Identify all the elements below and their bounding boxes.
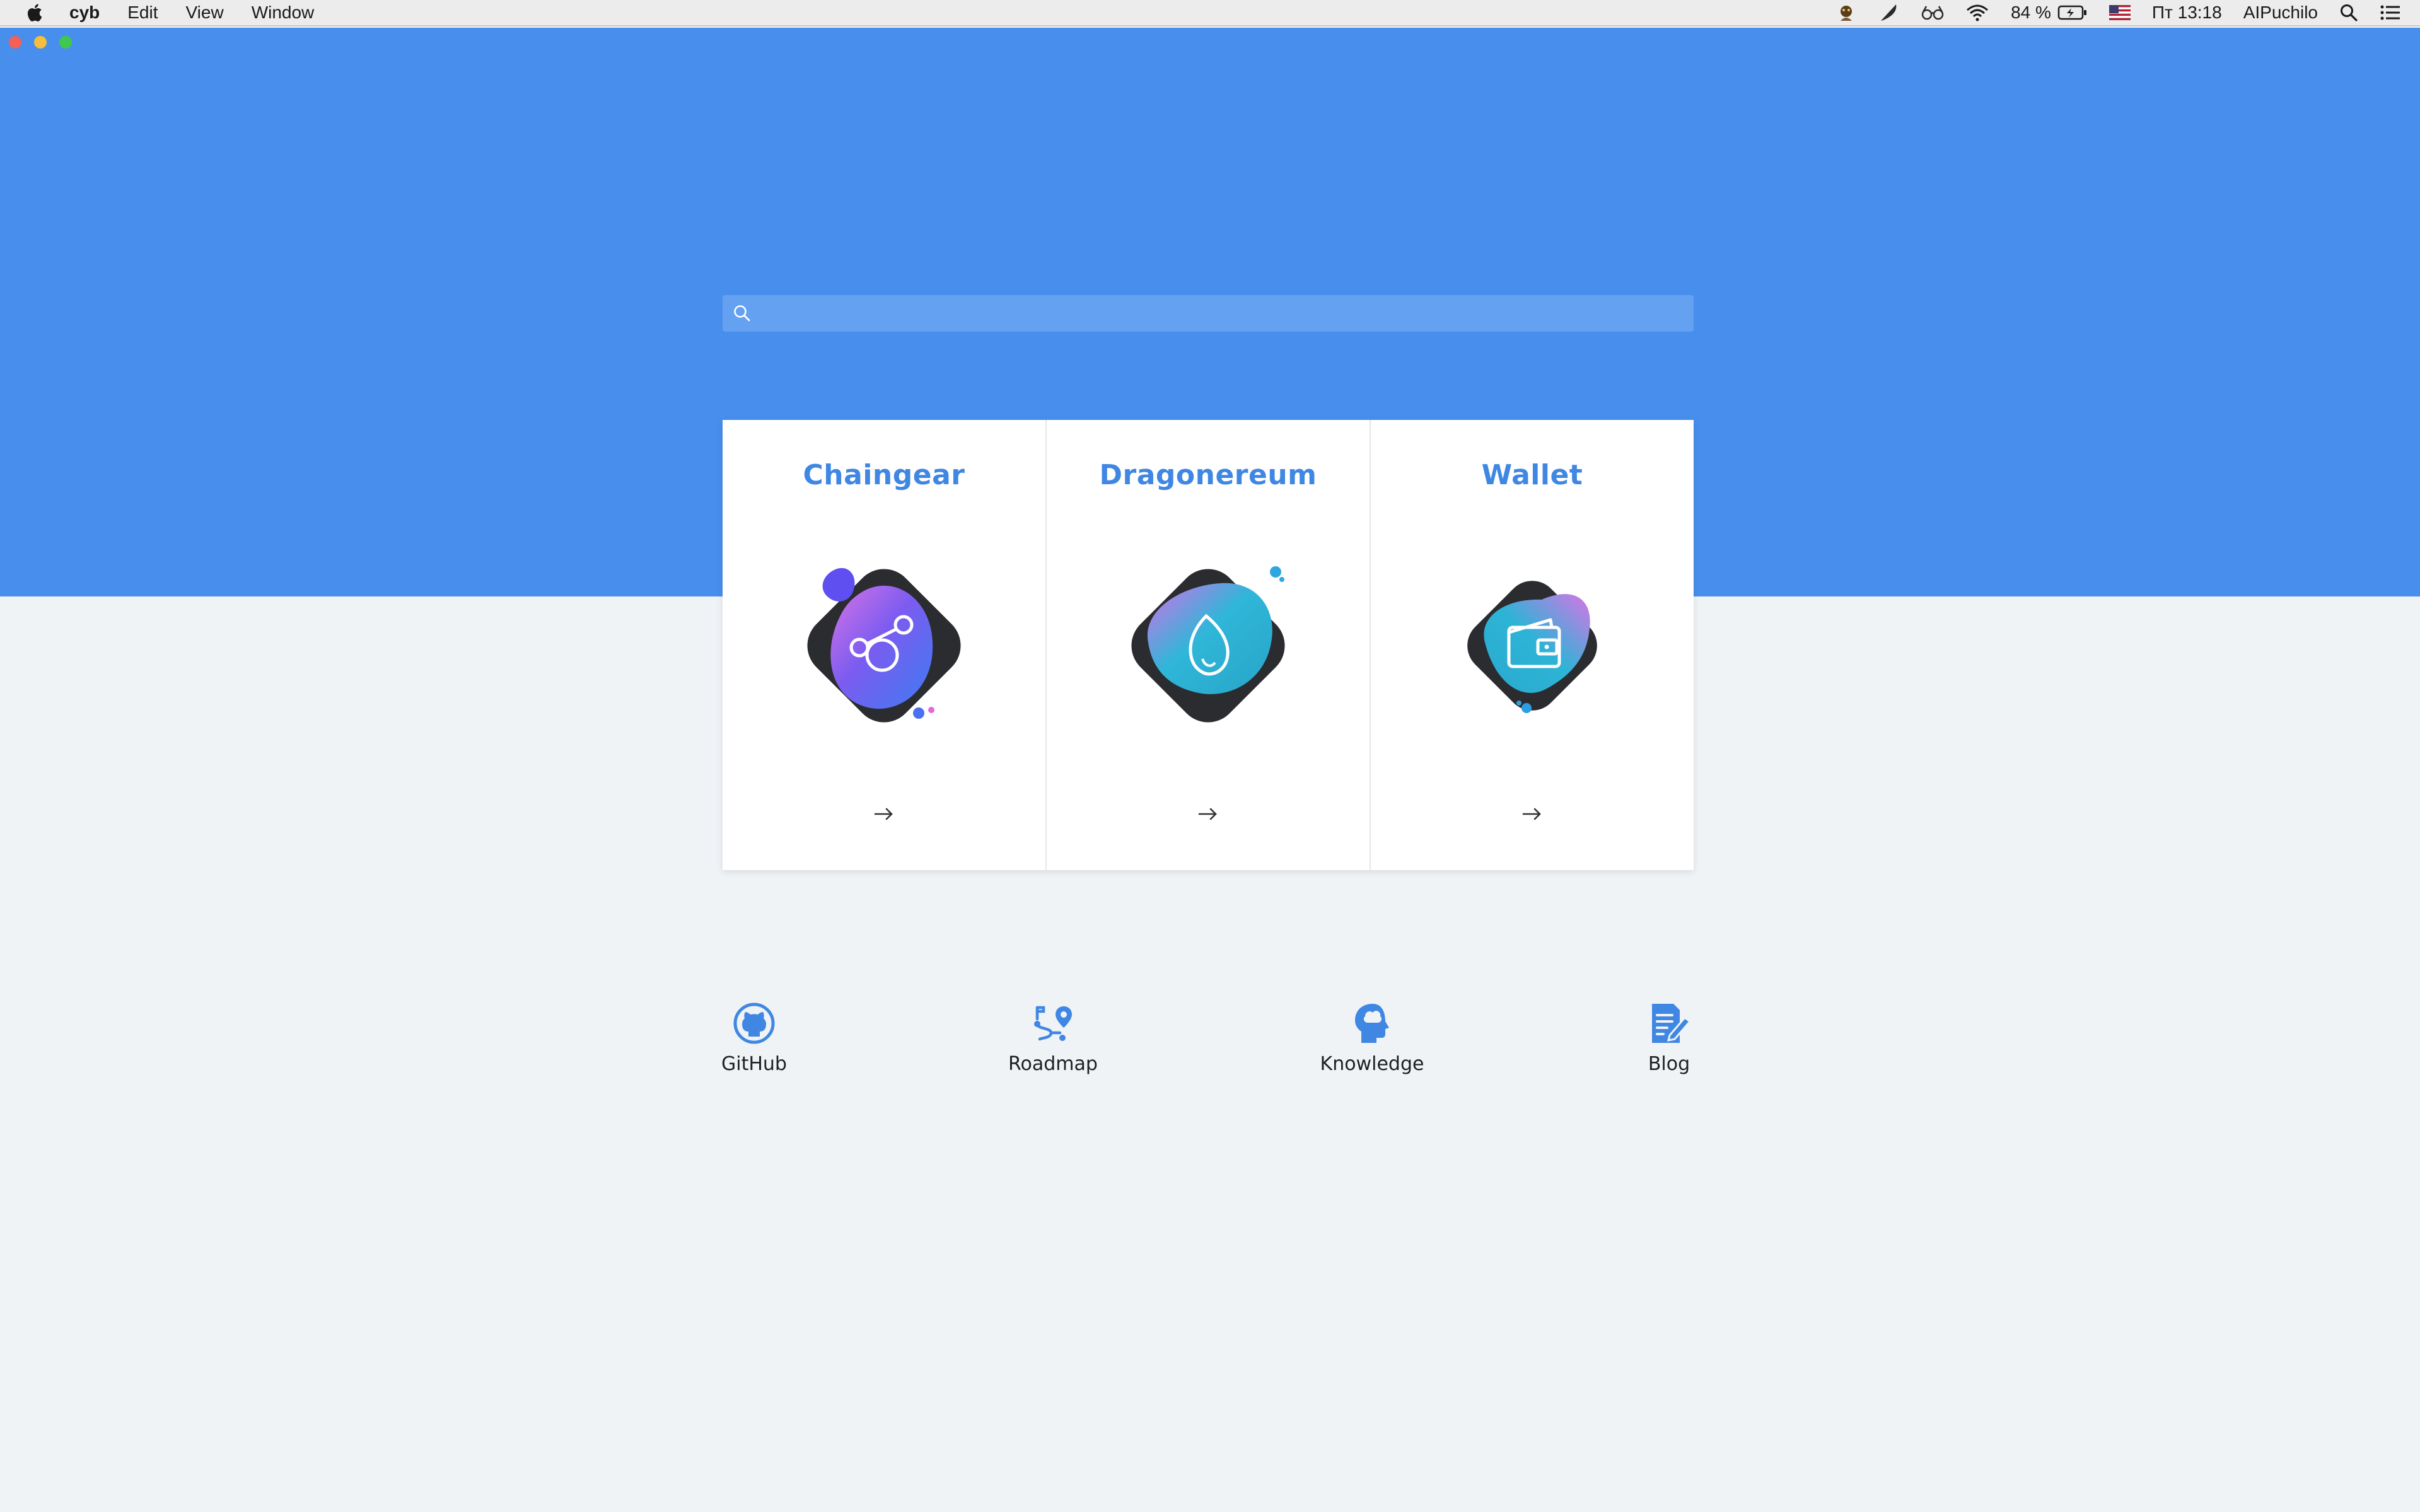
- card-chaingear[interactable]: Chaingear: [723, 420, 1047, 870]
- card-title: Dragonereum: [1099, 459, 1317, 491]
- knowledge-head-icon: [1355, 1004, 1389, 1043]
- blog-icon: [1652, 1004, 1692, 1043]
- app-cards: Chaingear Dragonereum Wallet: [723, 420, 1694, 870]
- search-icon: [734, 305, 750, 322]
- menu-window[interactable]: Window: [252, 3, 315, 23]
- link-label: GitHub: [721, 1053, 787, 1075]
- card-title: Chaingear: [803, 459, 965, 491]
- menu-view[interactable]: View: [186, 3, 224, 23]
- menu-edit[interactable]: Edit: [127, 3, 158, 23]
- wallet-icon: [1467, 581, 1597, 713]
- menu-app-name[interactable]: cyb: [69, 3, 100, 23]
- menubar-user[interactable]: AIPuchilo: [2243, 3, 2318, 23]
- minimize-window-button[interactable]: [34, 36, 47, 49]
- window-controls: [9, 36, 84, 49]
- card-wallet[interactable]: Wallet: [1371, 420, 1694, 870]
- open-arrow-icon[interactable]: [1195, 805, 1221, 823]
- spotlight-search-icon[interactable]: [2339, 3, 2358, 22]
- footer-links: GitHub Roadmap Knowledge Blog: [721, 999, 1697, 1112]
- notification-center-icon[interactable]: [2380, 4, 2401, 21]
- open-arrow-icon[interactable]: [871, 805, 897, 823]
- link-knowledge[interactable]: Knowledge: [1320, 999, 1424, 1075]
- link-blog[interactable]: Blog: [1641, 999, 1697, 1075]
- link-github[interactable]: GitHub: [721, 999, 787, 1075]
- us-flag-icon[interactable]: [2109, 5, 2131, 20]
- battery-icon[interactable]: [2057, 4, 2088, 21]
- link-label: Knowledge: [1320, 1053, 1424, 1075]
- chaingear-icon: [807, 567, 961, 723]
- zoom-window-button[interactable]: [59, 36, 72, 49]
- link-label: Roadmap: [1008, 1053, 1098, 1075]
- link-roadmap[interactable]: Roadmap: [1008, 999, 1098, 1075]
- squirrel-status-icon[interactable]: [1835, 2, 1857, 23]
- macos-menu-bar: cyb Edit View Window 84 % Пт 13:18 AIPuc…: [0, 0, 2420, 26]
- search-bar: [723, 295, 1694, 332]
- close-window-button[interactable]: [9, 36, 21, 49]
- github-icon: [733, 1003, 775, 1044]
- menubar-clock[interactable]: Пт 13:18: [2152, 3, 2222, 23]
- search-input[interactable]: [753, 295, 1694, 332]
- link-label: Blog: [1648, 1053, 1690, 1075]
- roadmap-icon: [1034, 1006, 1072, 1041]
- apple-menu-icon[interactable]: [25, 3, 44, 23]
- card-title: Wallet: [1481, 459, 1583, 491]
- feather-status-icon[interactable]: [1878, 2, 1900, 23]
- open-arrow-icon[interactable]: [1520, 805, 1545, 823]
- wifi-icon[interactable]: [1965, 3, 1989, 22]
- glasses-status-icon[interactable]: [1921, 3, 1944, 22]
- app-window: Chaingear Dragonereum Wallet GitHub Road…: [0, 28, 2420, 1512]
- card-dragonereum[interactable]: Dragonereum: [1047, 420, 1371, 870]
- dragon-egg-icon: [1131, 566, 1285, 723]
- battery-percent[interactable]: 84 %: [2011, 3, 2051, 23]
